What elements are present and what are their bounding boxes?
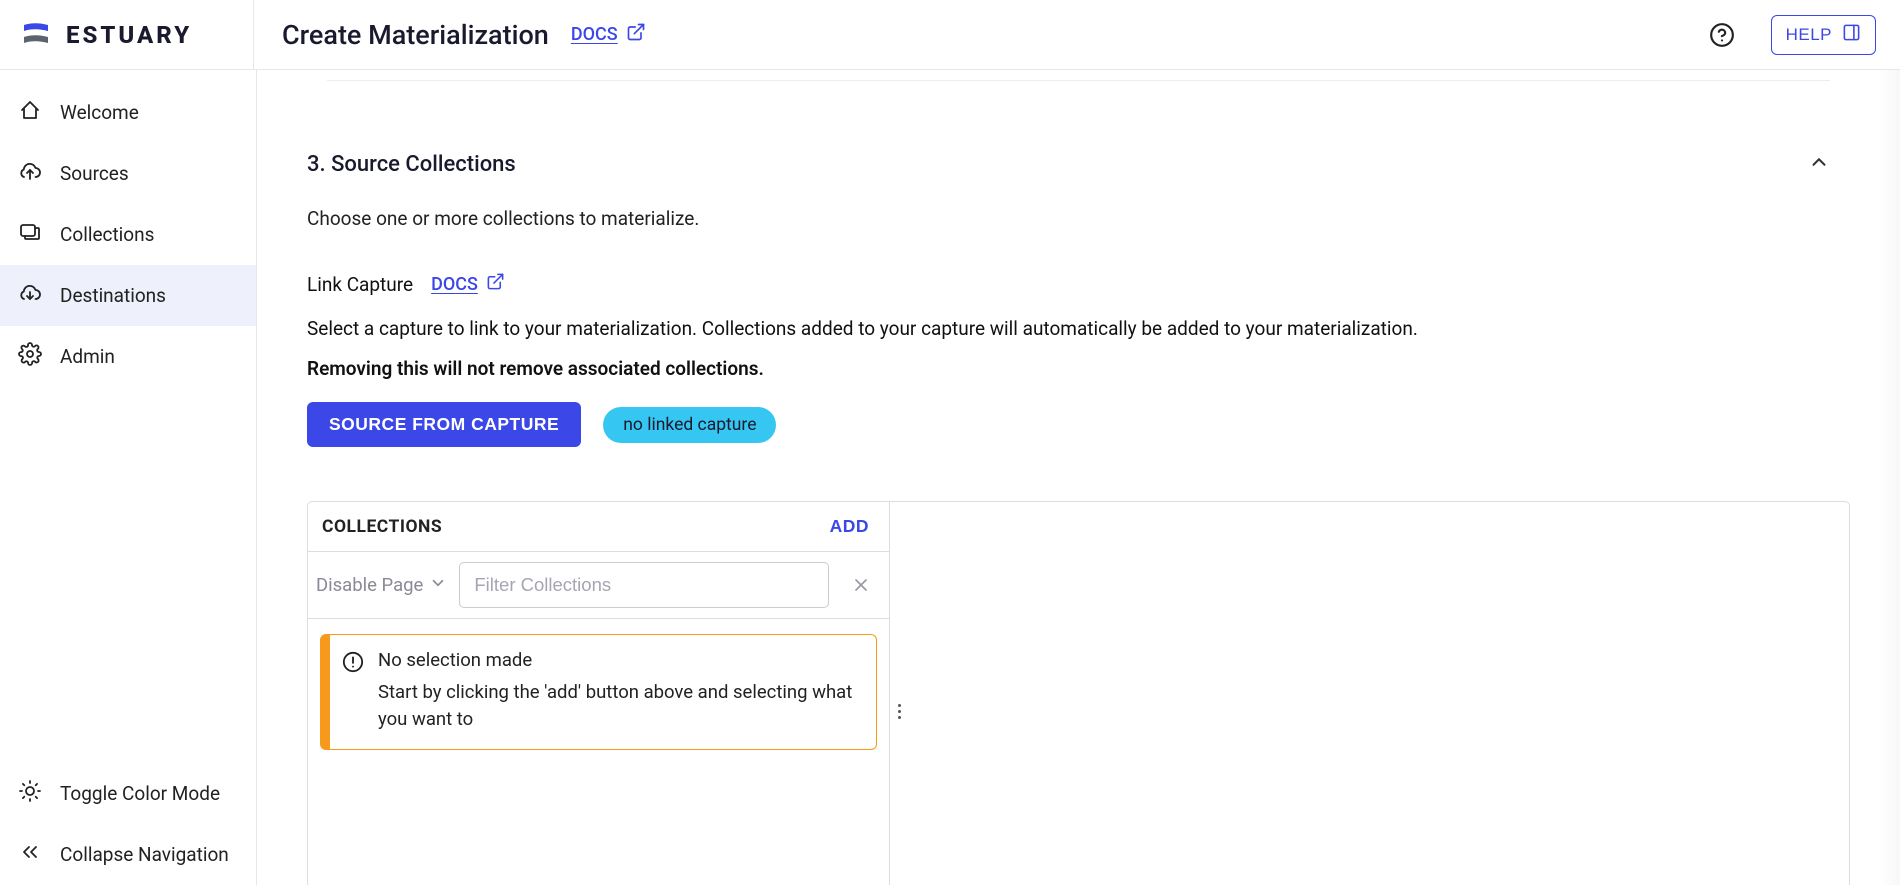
sidebar-item-label: Sources — [60, 162, 129, 185]
sidebar-item-destinations[interactable]: Destinations — [0, 265, 256, 326]
link-capture-help-text: Select a capture to link to your materia… — [307, 314, 1850, 343]
no-linked-capture-chip: no linked capture — [603, 407, 776, 443]
sidebar-item-label: Destinations — [60, 284, 166, 307]
link-capture-docs-link[interactable]: DOCS — [431, 272, 505, 296]
docs-label: DOCS — [431, 274, 478, 295]
link-capture-label: Link Capture — [307, 273, 413, 296]
no-selection-warning: No selection made Start by clicking the … — [320, 634, 877, 750]
warning-body: Start by clicking the 'add' button above… — [378, 679, 858, 733]
drag-handle-icon — [898, 704, 901, 719]
help-button[interactable]: HELP — [1771, 15, 1876, 55]
collapse-navigation[interactable]: Collapse Navigation — [0, 824, 256, 885]
section-description: Choose one or more collections to materi… — [307, 207, 1850, 230]
toggle-color-label: Toggle Color Mode — [60, 782, 220, 805]
warning-icon — [342, 651, 364, 733]
chevron-down-icon — [429, 574, 447, 597]
filter-collections-input[interactable] — [459, 562, 829, 608]
page-title: Create Materialization — [282, 19, 549, 51]
cloud-upload-icon — [18, 159, 42, 188]
help-button-label: HELP — [1786, 25, 1832, 45]
sun-icon — [18, 779, 42, 808]
sidebar: Welcome Sources Collections — [0, 70, 257, 885]
disable-page-label: Disable Page — [316, 574, 423, 596]
warning-title: No selection made — [378, 649, 858, 671]
main-content: 3. Source Collections Choose one or more… — [257, 70, 1900, 885]
cloud-download-icon — [18, 281, 42, 310]
collections-header-label: COLLECTIONS — [322, 517, 442, 537]
gear-icon — [18, 342, 42, 371]
sidebar-item-label: Welcome — [60, 101, 139, 124]
top-header: ESTUARY Create Materialization DOCS HELP — [0, 0, 1900, 70]
source-from-capture-button[interactable]: SOURCE FROM CAPTURE — [307, 402, 581, 447]
collections-panel: COLLECTIONS ADD Disable Page — [308, 502, 890, 885]
sidebar-item-sources[interactable]: Sources — [0, 143, 256, 204]
clear-filter-icon[interactable] — [837, 575, 885, 595]
section-title: 3. Source Collections — [307, 152, 516, 177]
home-icon — [18, 98, 42, 127]
sidebar-item-collections[interactable]: Collections — [0, 204, 256, 265]
panel-resizer[interactable] — [890, 502, 908, 885]
sidebar-item-admin[interactable]: Admin — [0, 326, 256, 387]
disable-page-dropdown[interactable]: Disable Page — [312, 574, 451, 597]
collections-area: COLLECTIONS ADD Disable Page — [307, 501, 1850, 885]
scrollbar[interactable] — [1878, 70, 1900, 885]
sidebar-item-label: Admin — [60, 345, 115, 368]
brand-name: ESTUARY — [66, 21, 192, 49]
collapse-section-icon[interactable] — [1808, 151, 1830, 177]
add-collection-button[interactable]: ADD — [830, 516, 869, 537]
panel-icon — [1842, 23, 1861, 47]
brand-mark-icon — [18, 15, 54, 55]
docs-label: DOCS — [571, 24, 618, 45]
chevrons-left-icon — [18, 840, 42, 869]
external-link-icon — [486, 272, 505, 296]
brand-logo[interactable]: ESTUARY — [18, 15, 253, 55]
collections-detail-empty — [908, 502, 1849, 885]
toggle-color-mode[interactable]: Toggle Color Mode — [0, 763, 256, 824]
docs-link[interactable]: DOCS — [571, 22, 646, 47]
sidebar-item-welcome[interactable]: Welcome — [0, 82, 256, 143]
collapse-nav-label: Collapse Navigation — [60, 843, 229, 866]
external-link-icon — [626, 22, 646, 47]
help-circle-icon[interactable] — [1709, 22, 1735, 48]
sidebar-item-label: Collections — [60, 223, 154, 246]
database-icon — [18, 220, 42, 249]
link-capture-warning: Removing this will not remove associated… — [307, 357, 1850, 380]
